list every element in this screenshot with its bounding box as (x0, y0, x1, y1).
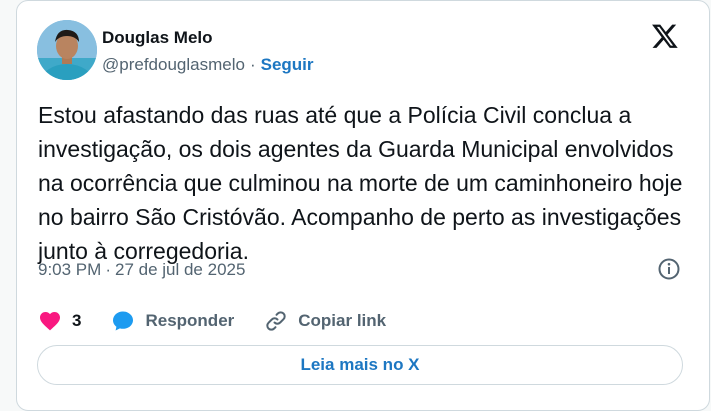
link-icon (266, 311, 286, 331)
tweet-time[interactable]: 9:03 PM (38, 260, 101, 280)
avatar-photo (37, 20, 97, 80)
speech-bubble-icon (113, 311, 134, 331)
x-logo-icon[interactable] (651, 22, 679, 50)
heart-icon (40, 312, 60, 331)
author-name[interactable]: Douglas Melo (102, 28, 213, 48)
avatar[interactable] (37, 20, 97, 80)
like-count: 3 (72, 311, 82, 330)
author-handle[interactable]: @prefdouglasmelo (102, 55, 245, 75)
copy-link-button[interactable]: Copiar link (264, 309, 386, 333)
tweet-meta: 9:03 PM · 27 de jul de 2025 (38, 260, 245, 280)
tweet-date[interactable]: 27 de jul de 2025 (115, 260, 245, 280)
like-button[interactable]: 3 (38, 309, 81, 333)
reply-label: Responder (145, 311, 235, 330)
read-more-button[interactable]: Leia mais no X (37, 345, 683, 385)
tweet-card: Douglas Melo @prefdouglasmelo · Seguir E… (16, 0, 710, 411)
follow-button[interactable]: Seguir (261, 55, 314, 75)
action-bar: 3 Responder Copiar link (38, 306, 416, 336)
handle-separator: · (249, 55, 256, 74)
copy-link-label: Copiar link (298, 311, 387, 330)
info-icon[interactable] (657, 257, 681, 281)
tweet-text: Estou afastando das ruas até que a Políc… (38, 102, 683, 264)
author-handle-row: @prefdouglasmelo · Seguir (102, 55, 314, 75)
reply-button[interactable]: Responder (111, 309, 234, 333)
meta-separator: · (105, 260, 111, 279)
